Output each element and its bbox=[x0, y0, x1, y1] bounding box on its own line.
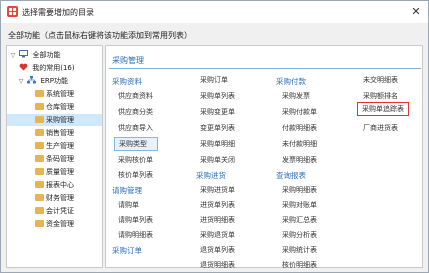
heart-icon bbox=[19, 63, 28, 71]
folder-icon bbox=[35, 168, 44, 175]
func-item[interactable]: 厂商进货表 bbox=[363, 123, 398, 133]
title-bar: 选择需要增加的目录 ✕ bbox=[1, 1, 428, 23]
tree-item-label: 条码管理 bbox=[46, 155, 74, 163]
func-item[interactable]: 未交明细表 bbox=[363, 75, 398, 85]
func-item[interactable]: 请购单 bbox=[118, 200, 139, 210]
tree-item-quality[interactable]: 质量管理 bbox=[35, 166, 74, 178]
func-item[interactable]: 退货明细表 bbox=[200, 260, 235, 270]
close-button[interactable]: ✕ bbox=[404, 1, 428, 23]
func-item[interactable]: 采购进货单 bbox=[200, 185, 235, 195]
app-icon bbox=[7, 6, 18, 17]
tree-item-label: 销售管理 bbox=[46, 129, 74, 137]
section-purchase-order: 采购订单 bbox=[112, 246, 142, 255]
tree-erp-label: ERP功能 bbox=[40, 77, 68, 85]
func-item[interactable]: 采购单关闭 bbox=[200, 155, 235, 165]
tree-item-label: 资金管理 bbox=[46, 220, 74, 228]
func-item[interactable]: 付款明细表 bbox=[282, 123, 317, 133]
tree-erp[interactable]: ▽ ERP功能 bbox=[17, 75, 68, 87]
window-title: 选择需要增加的目录 bbox=[22, 8, 94, 17]
func-item[interactable]: 变更单列表 bbox=[200, 123, 235, 133]
func-item[interactable]: 供应商导入 bbox=[118, 123, 153, 133]
tree-root-label: 全部功能 bbox=[32, 51, 61, 59]
func-item[interactable]: 采购订单 bbox=[200, 75, 228, 85]
tree-item-system[interactable]: 系统管理 bbox=[35, 88, 74, 100]
tree-item-reports[interactable]: 报表中心 bbox=[35, 179, 74, 191]
func-item[interactable]: 采购单列表 bbox=[200, 91, 235, 101]
folder-icon bbox=[35, 220, 44, 227]
tree-item-label: 财务管理 bbox=[46, 194, 74, 202]
tree-item-label: 仓库管理 bbox=[46, 103, 74, 111]
func-item[interactable]: 采购额排名 bbox=[363, 91, 398, 101]
tree-favorites[interactable]: 我的常用(16) bbox=[19, 62, 75, 74]
folder-icon bbox=[35, 103, 44, 110]
function-panel: 采购管理 采购资料 供应商资料 供应商分类 供应商导入 采购类型 采购核价单 核… bbox=[105, 45, 423, 270]
func-item[interactable]: 采购变更单 bbox=[200, 107, 235, 117]
section-purchase-data: 采购资料 bbox=[112, 77, 142, 86]
tree-item-production[interactable]: 生产管理 bbox=[35, 140, 74, 152]
section-purchase-receipt: 采购进货 bbox=[196, 171, 226, 180]
func-item[interactable]: 请购明细表 bbox=[118, 230, 153, 240]
tree-item-finance[interactable]: 财务管理 bbox=[35, 192, 74, 204]
func-item[interactable]: 退货单列表 bbox=[200, 245, 235, 255]
func-item[interactable]: 核价单列表 bbox=[118, 170, 153, 180]
func-item-selected[interactable]: 采购类型 bbox=[114, 137, 158, 151]
folder-icon bbox=[35, 181, 44, 188]
func-item[interactable]: 供应商资料 bbox=[118, 91, 153, 101]
func-item[interactable]: 采购分析表 bbox=[282, 230, 317, 240]
tree-item-label: 系统管理 bbox=[46, 90, 74, 98]
func-item[interactable]: 采购对账单 bbox=[282, 200, 317, 210]
section-query-reports: 查询报表 bbox=[276, 171, 306, 180]
monitor-icon bbox=[19, 50, 29, 58]
tree-item-purchase[interactable]: 采购管理 bbox=[7, 114, 102, 126]
tree-item-label: 生产管理 bbox=[46, 142, 74, 150]
func-item[interactable]: 供应商分类 bbox=[118, 107, 153, 117]
func-item[interactable]: 发票明细表 bbox=[282, 155, 317, 165]
folder-icon bbox=[35, 116, 44, 123]
section-requisition: 请购管理 bbox=[112, 186, 142, 195]
func-item[interactable]: 采购付款单 bbox=[282, 107, 317, 117]
func-item[interactable]: 采购单明细 bbox=[200, 139, 235, 149]
func-item[interactable]: 采购明细表 bbox=[282, 185, 317, 195]
func-item[interactable]: 采购发票 bbox=[282, 91, 310, 101]
func-item[interactable]: 未付款明细 bbox=[282, 139, 317, 149]
folder-icon bbox=[35, 155, 44, 162]
dialog-window: 选择需要增加的目录 ✕ 全部功能（点击鼠标右键将该功能添加到常用列表） ▽ 全部… bbox=[0, 0, 429, 273]
folder-icon bbox=[35, 142, 44, 149]
func-item[interactable]: 采购退货单 bbox=[200, 230, 235, 240]
func-item[interactable]: 核价明细表 bbox=[282, 260, 317, 270]
folder-icon bbox=[35, 90, 44, 97]
tree-item-label: 报表中心 bbox=[46, 181, 74, 189]
tree-item-sales[interactable]: 销售管理 bbox=[35, 127, 74, 139]
collapse-icon[interactable]: ▽ bbox=[9, 50, 17, 62]
panel-divider bbox=[109, 68, 421, 69]
folder-icon bbox=[35, 129, 44, 136]
section-purchase-payment: 采购付款 bbox=[276, 77, 306, 86]
tree-item-label: 质量管理 bbox=[46, 168, 74, 176]
folder-icon bbox=[35, 207, 44, 214]
func-item[interactable]: 采购汇总表 bbox=[282, 215, 317, 225]
func-item[interactable]: 进货明细表 bbox=[200, 215, 235, 225]
tree-item-label: 采购管理 bbox=[46, 116, 74, 124]
collapse-icon[interactable]: ▽ bbox=[17, 76, 25, 88]
func-item[interactable]: 采购核价单 bbox=[118, 155, 153, 165]
tree-item-barcode[interactable]: 条码管理 bbox=[35, 153, 74, 165]
org-chart-icon bbox=[27, 76, 37, 84]
tree-item-funds[interactable]: 资金管理 bbox=[35, 218, 74, 230]
function-tree: ▽ 全部功能 我的常用(16) ▽ ERP功能 系统管理 仓库管理 采购管理 销… bbox=[6, 45, 103, 268]
folder-icon bbox=[35, 194, 44, 201]
func-item-highlighted[interactable]: 采购单追踪表 bbox=[357, 102, 409, 116]
hint-text: 全部功能（点击鼠标右键将该功能添加到常用列表） bbox=[8, 31, 192, 40]
tree-root[interactable]: ▽ 全部功能 bbox=[9, 49, 60, 61]
tree-item-voucher[interactable]: 会计凭证 bbox=[35, 205, 74, 217]
tree-item-label: 会计凭证 bbox=[46, 207, 74, 215]
panel-title: 采购管理 bbox=[112, 56, 144, 65]
tree-favorites-label: 我的常用(16) bbox=[32, 64, 75, 72]
func-item[interactable]: 采购统计表 bbox=[282, 245, 317, 255]
tree-item-warehouse[interactable]: 仓库管理 bbox=[35, 101, 74, 113]
func-item[interactable]: 请购单列表 bbox=[118, 215, 153, 225]
func-item[interactable]: 进货单列表 bbox=[200, 200, 235, 210]
